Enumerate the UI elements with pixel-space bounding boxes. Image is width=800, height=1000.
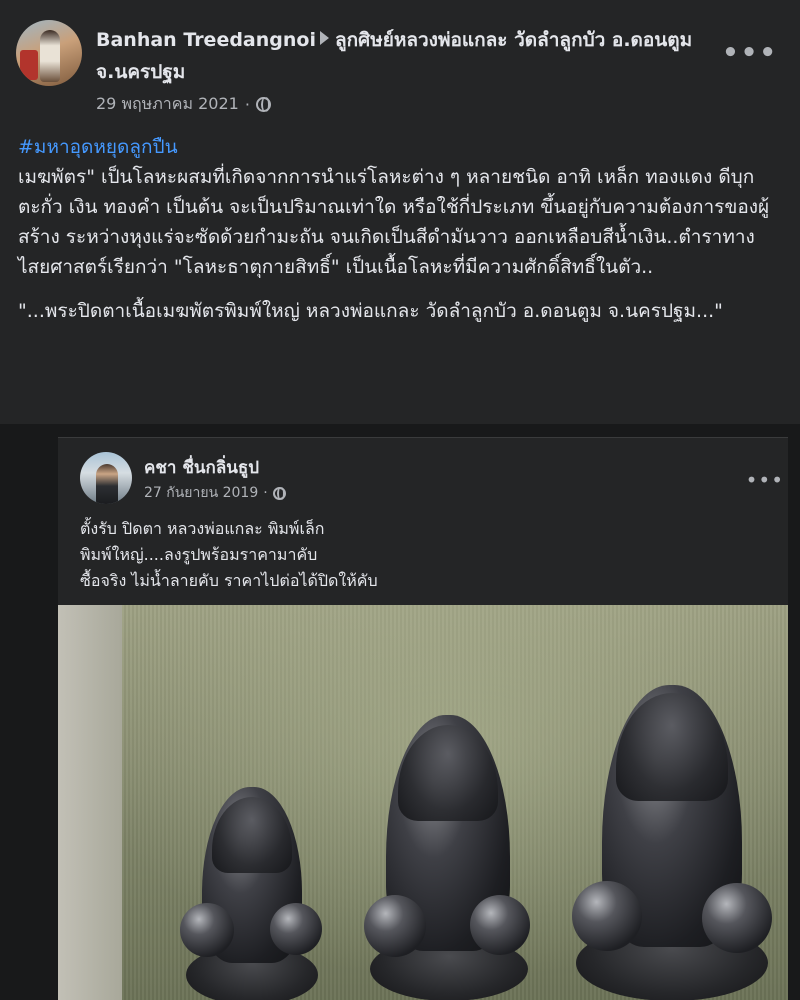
post-photo[interactable] — [58, 605, 788, 1000]
post-body: #มหาอุดหยุดลูกปืน เมฆพัตร" เป็นโลหะผสมที… — [18, 132, 788, 326]
post-paragraph-2: "...พระปิดตาเนื้อเมฆพัตรพิมพ์ใหญ่ หลวงพ่… — [18, 300, 723, 322]
shared-author-name-link[interactable]: คชา ชื่นกลิ่นธูป — [144, 454, 259, 481]
post-date-link[interactable]: 29 พฤษภาคม 2021 — [96, 92, 239, 117]
meta-separator: · — [244, 95, 250, 114]
caret-right-icon — [319, 31, 329, 45]
shared-post-date-link[interactable]: 27 กันยายน 2019 — [144, 482, 258, 504]
shared-post-meta: 27 กันยายน 2019 · — [144, 482, 286, 504]
shared-author-avatar[interactable] — [80, 452, 132, 504]
amulet-knee-left — [572, 881, 642, 951]
hashtag-link[interactable]: #มหาอุดหยุดลูกปืน — [18, 132, 788, 162]
author-avatar[interactable] — [16, 20, 82, 86]
shared-post: คชา ชื่นกลิ่นธูป 27 กันยายน 2019 · ••• ต… — [58, 437, 788, 1000]
shared-post-line: ตั้งรับ ปิดตา หลวงพ่อแกละ พิมพ์เล็ก — [80, 519, 325, 538]
shared-post-line: ซื้อจริง ไม่น้ำลายคับ ราคาไปต่อได้ปิดให้… — [80, 571, 378, 590]
amulet-large — [568, 685, 776, 1000]
meta-separator: · — [263, 485, 268, 501]
amulet-small — [176, 767, 326, 1000]
shared-more-options-button[interactable]: ••• — [746, 468, 784, 492]
globe-icon — [255, 97, 271, 112]
photo-left-edge — [58, 605, 122, 1000]
amulet-knee-right — [270, 903, 322, 955]
post-header: Banhan Treedangnoi ลูกศิษย์หลวงพ่อแกละ วั… — [96, 24, 736, 88]
shared-post-body: ตั้งรับ ปิดตา หลวงพ่อแกละ พิมพ์เล็ก พิมพ… — [80, 516, 770, 594]
amulet-medium — [358, 715, 538, 1000]
amulet-knee-left — [364, 895, 426, 957]
avatar-person — [96, 464, 118, 504]
post-paragraph-1: เมฆพัตร" เป็นโลหะผสมที่เกิดจากการนำแร่โล… — [18, 166, 770, 278]
top-post: Banhan Treedangnoi ลูกศิษย์หลวงพ่อแกละ วั… — [0, 0, 800, 424]
author-name-link[interactable]: Banhan Treedangnoi — [96, 29, 316, 51]
shared-post-line: พิมพ์ใหญ่....ลงรูปพร้อมราคามาคับ — [80, 545, 318, 564]
amulet-knee-right — [470, 895, 530, 955]
amulet-knee-left — [180, 903, 234, 957]
amulet-knee-right — [702, 883, 772, 953]
more-options-button[interactable]: ••• — [722, 38, 778, 68]
post-meta: 29 พฤษภาคม 2021 · — [96, 92, 271, 117]
globe-icon — [272, 486, 286, 500]
avatar-person — [40, 30, 60, 82]
avatar-background-shape — [20, 50, 38, 80]
